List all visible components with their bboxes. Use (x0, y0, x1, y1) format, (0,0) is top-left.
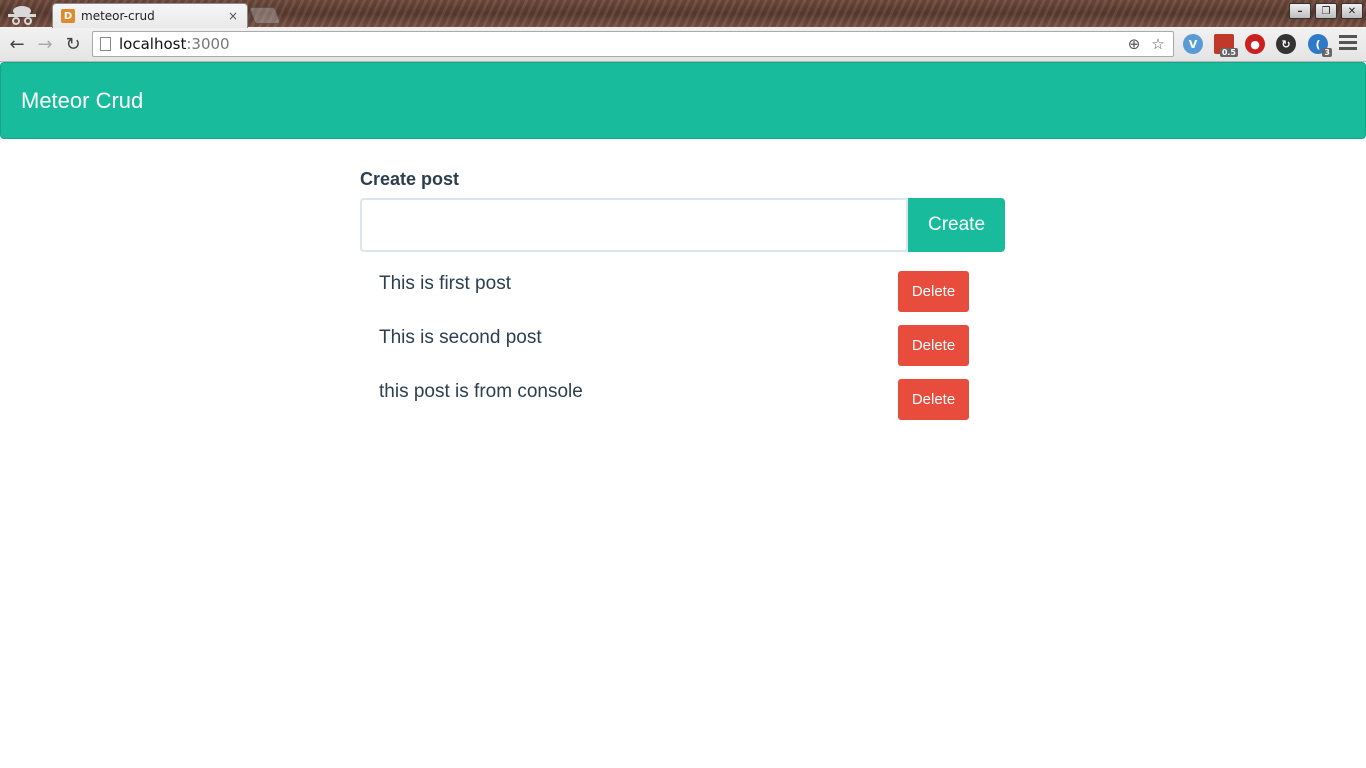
extension-badge: 0.5 (1219, 48, 1238, 57)
close-window-icon[interactable]: ✕ (1341, 3, 1363, 19)
post-list: This is first post Delete This is second… (379, 271, 969, 433)
page-icon (100, 37, 111, 51)
post-text: This is second post (379, 327, 542, 348)
browser-toolbar: ← → ↻ localhost :3000 ⊕ ☆ V 0.5 ● ↻ (3 (0, 27, 1366, 62)
wave-extension-icon[interactable]: (3 (1308, 34, 1332, 57)
v-extension-icon[interactable]: V (1183, 34, 1203, 54)
list-item: This is second post Delete (379, 325, 969, 379)
tab-title: meteor-crud (81, 9, 155, 23)
extension-badge: 3 (1322, 48, 1332, 57)
zoom-icon[interactable]: ⊕ (1125, 35, 1143, 53)
address-bar[interactable]: localhost :3000 ⊕ ☆ (92, 31, 1174, 57)
list-item: this post is from console Delete (379, 379, 969, 433)
back-arrow-icon[interactable]: ← (6, 33, 28, 55)
meteor-favicon-icon: D (61, 9, 75, 23)
adblock-icon[interactable]: ● (1245, 34, 1265, 54)
bookmark-star-icon[interactable]: ☆ (1149, 35, 1167, 53)
restore-window-icon[interactable]: ❐ (1315, 3, 1337, 19)
browser-tab[interactable]: D meteor-crud × (52, 3, 248, 28)
app-brand[interactable]: Meteor Crud (21, 88, 143, 114)
post-text: this post is from console (379, 381, 583, 402)
delete-button[interactable]: Delete (898, 379, 969, 420)
post-input[interactable] (360, 198, 908, 252)
chrome-menu-icon[interactable] (1339, 35, 1357, 53)
create-button[interactable]: Create (908, 198, 1005, 252)
incognito-icon (8, 6, 36, 25)
post-text: This is first post (379, 273, 511, 294)
list-item: This is first post Delete (379, 271, 969, 325)
reload-icon[interactable]: ↻ (62, 33, 84, 55)
url-host: localhost (119, 35, 187, 53)
delete-button[interactable]: Delete (898, 271, 969, 312)
app-navbar: Meteor Crud (0, 62, 1366, 139)
delete-button[interactable]: Delete (898, 325, 969, 366)
color-grid-extension-icon[interactable]: 0.5 (1214, 34, 1238, 57)
forward-arrow-icon[interactable]: → (34, 33, 56, 55)
minimize-window-icon[interactable]: – (1289, 3, 1311, 19)
create-post-label: Create post (360, 169, 460, 189)
tab-close-icon[interactable]: × (227, 9, 239, 23)
url-port: :3000 (186, 35, 230, 53)
sync-icon[interactable]: ↻ (1276, 34, 1296, 54)
